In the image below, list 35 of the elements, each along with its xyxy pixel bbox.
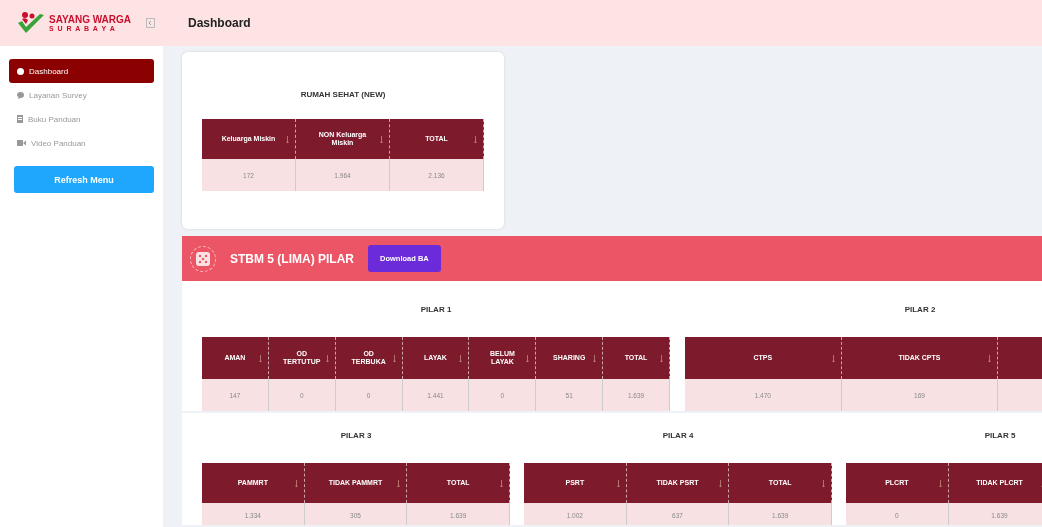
sort-icon xyxy=(397,480,401,487)
sort-icon xyxy=(294,480,298,487)
sort-icon xyxy=(500,480,503,487)
pillar-title: PILAR 2 xyxy=(903,304,937,316)
sort-icon xyxy=(988,355,992,362)
sort-icon xyxy=(822,480,825,487)
sidebar-item[interactable]: Dashboard xyxy=(9,59,154,83)
page-title: Dashboard xyxy=(188,16,251,30)
sort-icon xyxy=(593,355,597,362)
sort-icon xyxy=(719,480,723,487)
pillar-title: PILAR 5 xyxy=(983,430,1017,442)
logo-icon xyxy=(16,11,46,35)
sort-icon xyxy=(459,355,463,362)
section-title: STBM 5 (LIMA) PILAR xyxy=(230,251,354,266)
sort-icon xyxy=(831,355,835,362)
sort-icon xyxy=(325,355,329,362)
chat-icon xyxy=(17,91,24,99)
sort-icon xyxy=(526,355,530,362)
sort-icon xyxy=(938,480,942,487)
sort-icon xyxy=(660,355,663,362)
video-camera-icon xyxy=(17,140,26,146)
pillar-title: PILAR 4 xyxy=(661,430,695,442)
circle-icon xyxy=(17,67,24,75)
sort-icon xyxy=(474,136,477,143)
logo-title: SAYANG WARGA xyxy=(49,14,132,25)
pillar-title: PILAR 1 xyxy=(419,304,453,316)
collapse-icon[interactable] xyxy=(146,18,156,28)
sort-icon xyxy=(258,355,262,362)
sort-icon xyxy=(380,136,383,143)
section-title: RUMAH SEHAT (NEW) xyxy=(299,90,387,99)
sort-icon xyxy=(392,355,396,362)
book-icon xyxy=(17,115,23,123)
pillar-title: PILAR 3 xyxy=(339,430,373,442)
sort-icon xyxy=(286,136,289,143)
sort-icon xyxy=(616,480,620,487)
